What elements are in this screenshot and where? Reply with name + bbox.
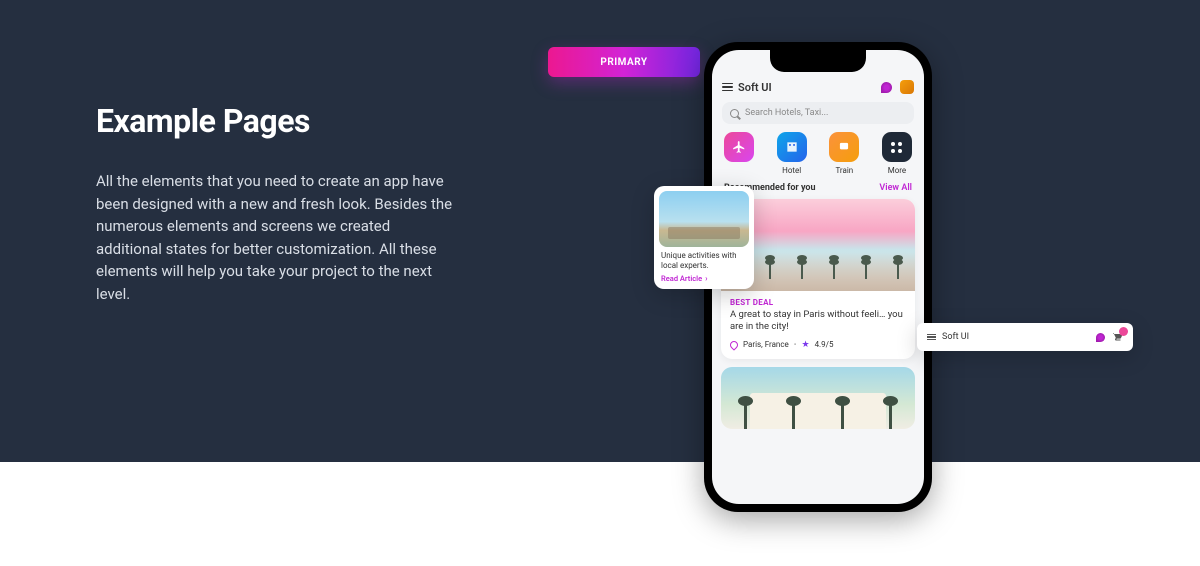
search-icon <box>730 109 739 118</box>
read-article-link[interactable]: Read Article › <box>654 271 754 283</box>
search-placeholder: Search Hotels, Taxi... <box>745 108 828 118</box>
deal-description: A great to stay in Paris without feeli… … <box>730 309 906 334</box>
phone-notch <box>770 50 866 72</box>
avatar[interactable] <box>900 80 914 94</box>
flight-icon <box>724 132 754 162</box>
hamburger-icon[interactable] <box>722 83 733 92</box>
view-all-link[interactable]: View All <box>879 183 912 193</box>
hamburger-icon[interactable] <box>927 334 936 341</box>
activity-card-image <box>659 191 749 247</box>
more-icon <box>882 132 912 162</box>
category-more[interactable]: More <box>882 132 912 175</box>
chevron-right-icon: › <box>705 274 707 283</box>
app-brand: Soft UI <box>738 81 772 94</box>
primary-badge: PRIMARY <box>548 47 700 77</box>
hero-title: Example Pages <box>96 102 456 140</box>
pin-icon <box>728 339 739 350</box>
hero-text-block: Example Pages All the elements that you … <box>96 102 456 305</box>
category-row: Flight Hotel Train More <box>712 132 924 183</box>
search-input[interactable]: Search Hotels, Taxi... <box>722 102 914 124</box>
train-icon <box>829 132 859 162</box>
hero-description: All the elements that you need to create… <box>96 170 456 305</box>
deal-location: Paris, France <box>743 340 789 349</box>
second-card-image <box>721 367 915 429</box>
read-article-label: Read Article <box>661 274 702 283</box>
deal-meta: Paris, France • ★ 4.9/5 <box>730 340 906 350</box>
deal-rating: 4.9/5 <box>815 340 834 349</box>
category-label: Train <box>835 166 853 175</box>
cart-badge <box>1119 327 1128 336</box>
primary-badge-label: PRIMARY <box>600 57 647 68</box>
deal-tag: BEST DEAL <box>730 298 906 307</box>
hotel-icon <box>777 132 807 162</box>
category-flight[interactable]: Flight <box>724 132 754 175</box>
activity-card[interactable]: Unique activities with local experts. Re… <box>654 186 754 289</box>
star-icon: ★ <box>801 340 809 350</box>
cart-icon[interactable] <box>1111 331 1123 343</box>
category-train[interactable]: Train <box>829 132 859 175</box>
floating-header-strip: Soft UI <box>917 323 1133 351</box>
second-card[interactable] <box>721 367 915 429</box>
strip-brand: Soft UI <box>942 332 969 342</box>
bell-icon[interactable] <box>881 82 892 93</box>
category-hotel[interactable]: Hotel <box>777 132 807 175</box>
bell-icon[interactable] <box>1096 333 1105 342</box>
category-label: More <box>888 166 906 175</box>
category-label: Hotel <box>782 166 801 175</box>
app-header: Soft UI <box>712 74 924 98</box>
activity-card-caption: Unique activities with local experts. <box>654 251 754 271</box>
